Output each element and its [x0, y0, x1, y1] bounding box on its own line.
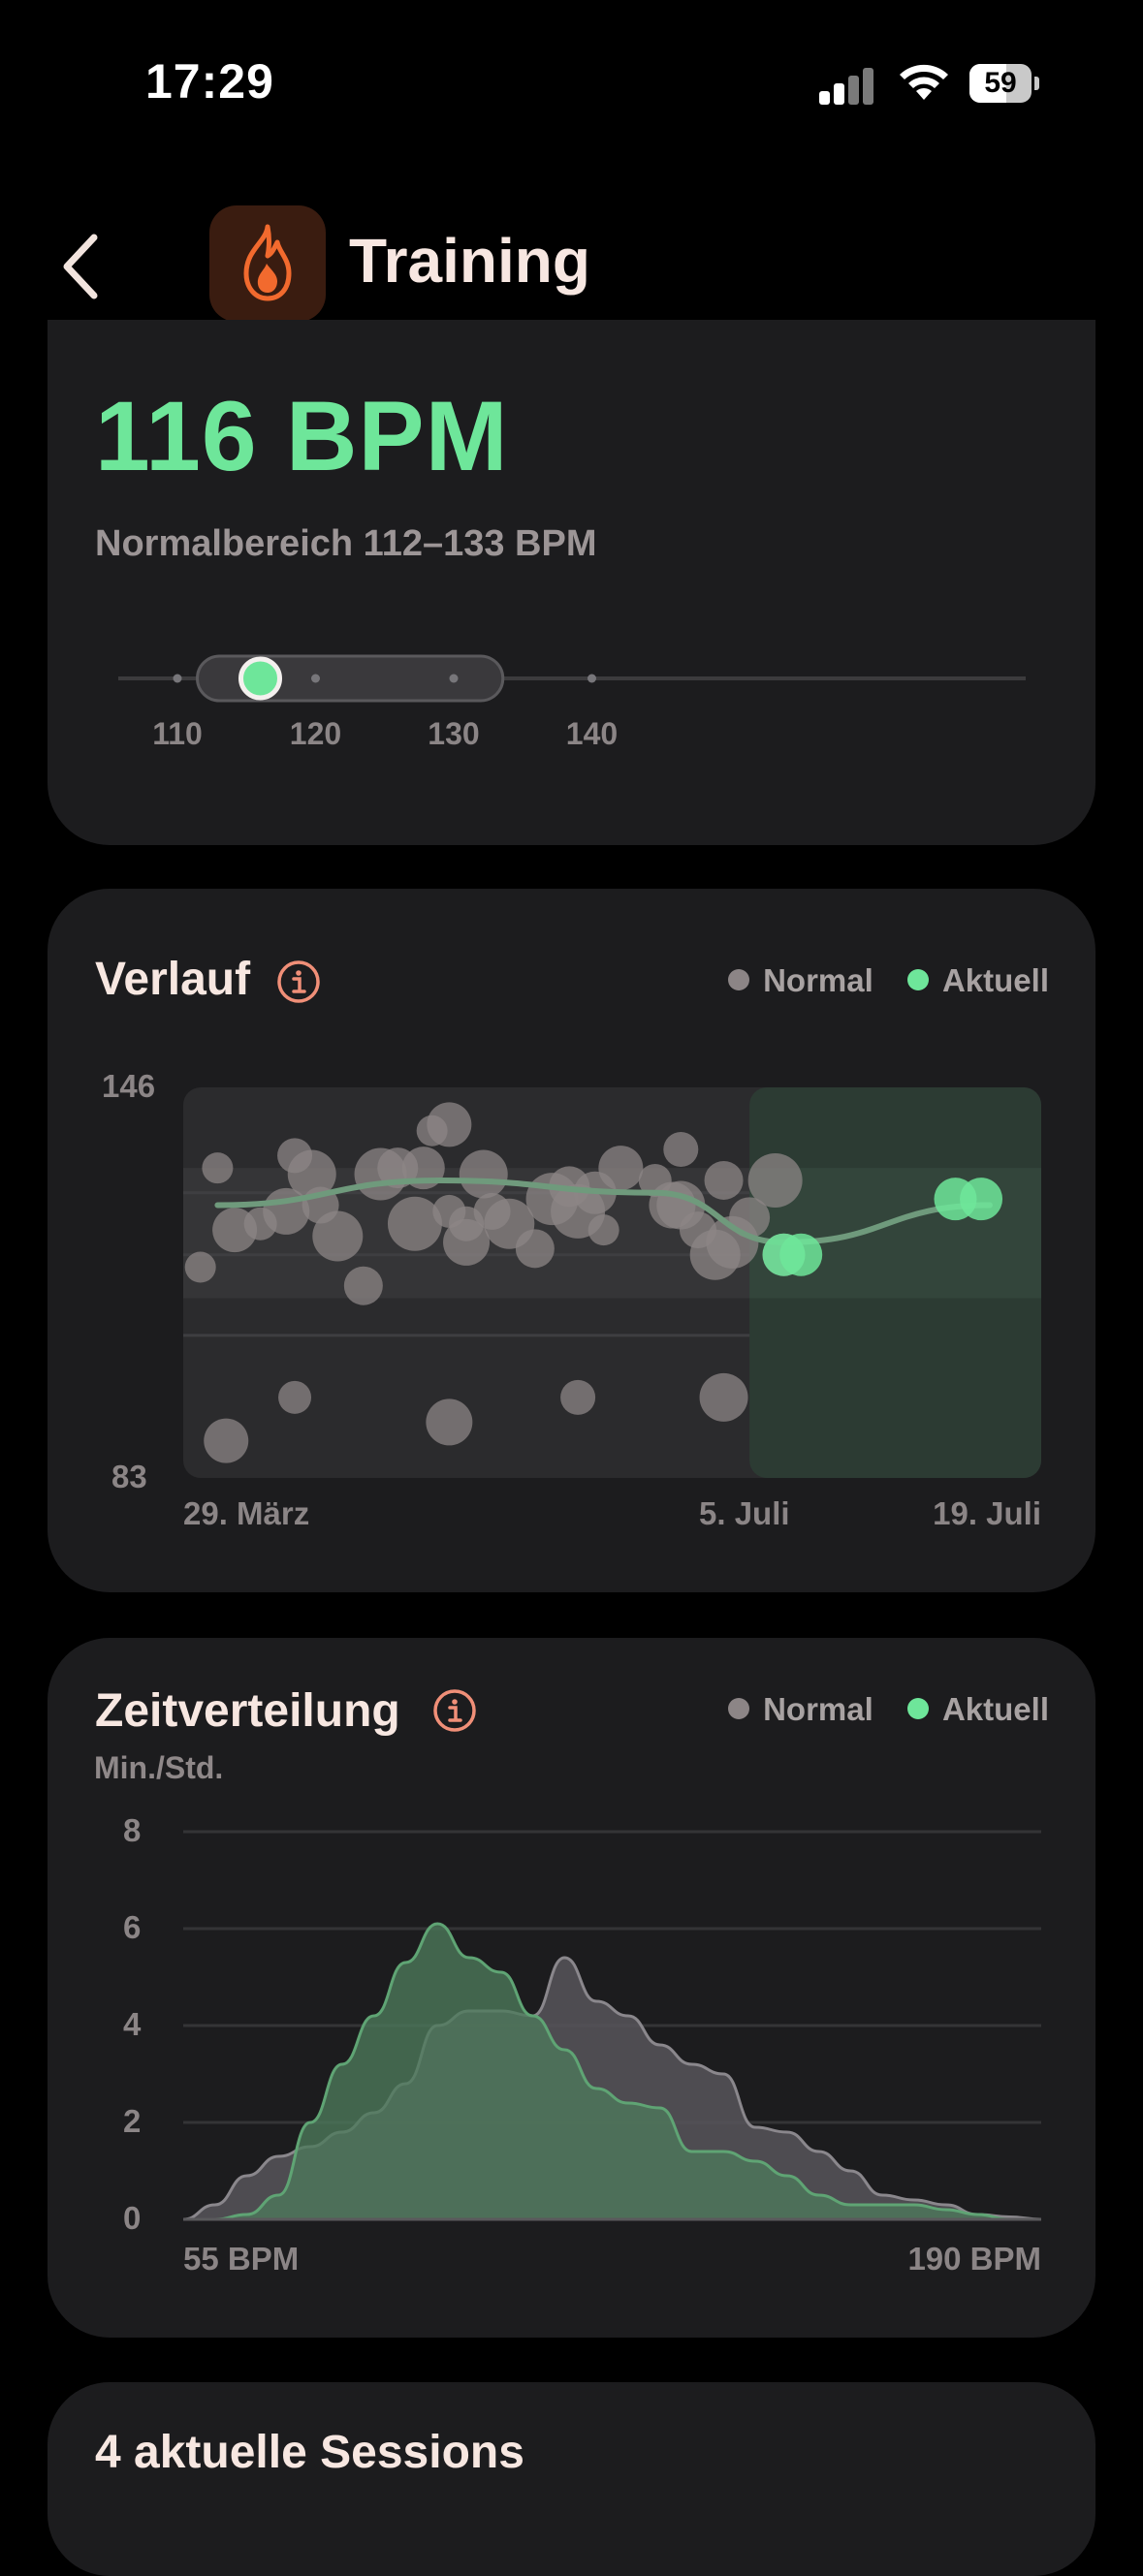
history-scatter-chart — [183, 1087, 1041, 1478]
distribution-title: Zeitverteilung — [95, 1685, 400, 1737]
slider-tick-dot — [173, 674, 182, 683]
back-button[interactable] — [53, 228, 111, 305]
normal-point — [699, 1372, 748, 1422]
normal-point — [202, 1152, 234, 1184]
distribution-legend: Normal Aktuell — [703, 1691, 1049, 1728]
x-label-end: 190 BPM — [907, 2241, 1041, 2277]
sessions-card[interactable] — [48, 2382, 1095, 2576]
cellular-signal-icon — [819, 66, 877, 105]
normal-point — [184, 1251, 216, 1283]
x-label-end: 19. Juli — [933, 1495, 1041, 1531]
range-slider: 110 120 130 140 — [118, 654, 1026, 751]
x-label-start: 55 BPM — [183, 2241, 300, 2277]
current-value-knob — [238, 656, 282, 701]
slider-tick-dot — [311, 674, 320, 683]
slider-tick-label: 130 — [428, 716, 479, 751]
unit-label: Min./Std. — [94, 1750, 224, 1785]
current-point — [960, 1178, 1003, 1221]
status-time: 17:29 — [145, 54, 274, 109]
legend-normal: Normal — [728, 962, 873, 999]
y-tick: 8 — [123, 1812, 142, 1848]
normal-point — [343, 1266, 383, 1305]
flame-icon — [243, 224, 292, 301]
distribution-area-chart — [183, 1830, 1041, 2221]
slider-tick-dot — [449, 674, 459, 683]
normal-point — [704, 1160, 744, 1200]
page-title: Training — [349, 226, 590, 296]
slider-tick-label: 120 — [290, 716, 341, 751]
app-icon — [209, 205, 326, 322]
slider-tick-label: 140 — [566, 716, 618, 751]
history-title: Verlauf — [95, 954, 251, 1005]
normal-point — [387, 1196, 442, 1251]
normal-point — [278, 1380, 312, 1414]
normal-point — [427, 1102, 472, 1147]
normal-point — [426, 1398, 473, 1446]
normal-point — [459, 1149, 508, 1199]
sessions-title: 4 aktuelle Sessions — [95, 2427, 524, 2478]
normal-point — [587, 1214, 619, 1246]
normal-point — [204, 1418, 249, 1463]
y-tick: 6 — [123, 1909, 142, 1945]
normal-point — [515, 1229, 555, 1269]
y-max-label: 146 — [102, 1068, 156, 1104]
y-min-label: 83 — [111, 1459, 147, 1494]
slider-tick-dot — [587, 674, 596, 683]
current-point — [779, 1233, 823, 1276]
legend-current: Aktuell — [906, 962, 1049, 999]
legend-normal: Normal — [728, 1691, 873, 1728]
slider-tick-label: 110 — [152, 716, 203, 751]
y-tick: 2 — [123, 2103, 142, 2139]
y-tick: 0 — [123, 2200, 142, 2236]
x-label-mid: 5. Juli — [699, 1495, 790, 1531]
history-legend: Normal Aktuell — [703, 962, 1049, 999]
y-axis-ticks: 8 6 4 2 0 — [94, 1812, 152, 2239]
normal-point — [663, 1131, 699, 1167]
normal-point — [747, 1152, 803, 1208]
normal-point — [598, 1146, 644, 1191]
legend-current: Aktuell — [906, 1691, 1049, 1728]
bpm-value: 116 BPM — [95, 381, 509, 491]
normal-point — [312, 1210, 364, 1262]
info-icon[interactable] — [432, 1688, 477, 1733]
normal-range-label: Normalbereich 112–133 BPM — [95, 523, 597, 564]
wifi-icon — [900, 64, 948, 100]
battery-level: 59 — [984, 67, 1017, 99]
normal-point — [560, 1379, 596, 1415]
battery-icon: 59 — [969, 64, 1039, 103]
info-icon[interactable] — [276, 959, 321, 1004]
x-label-start: 29. März — [183, 1495, 310, 1531]
y-tick: 4 — [123, 2006, 142, 2042]
